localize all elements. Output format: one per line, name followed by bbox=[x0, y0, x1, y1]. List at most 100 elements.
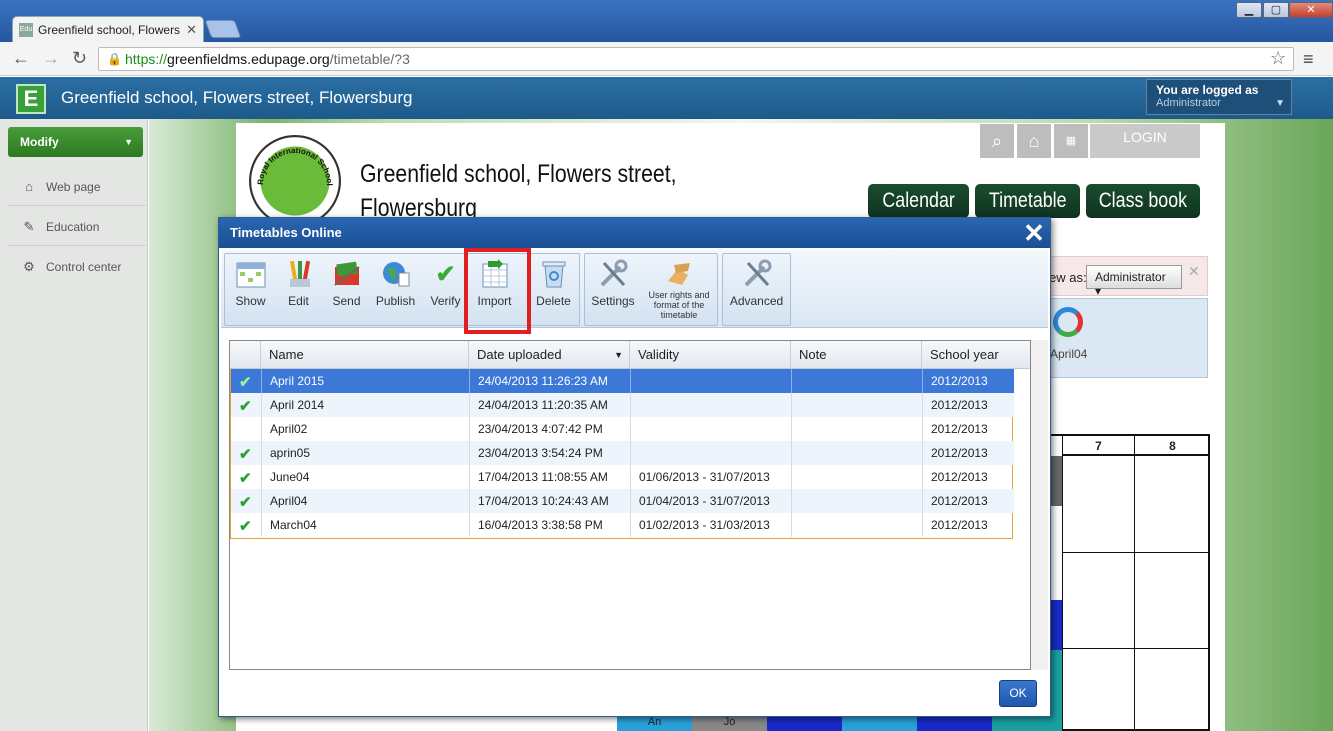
timetable-button[interactable]: Timetable bbox=[975, 184, 1080, 218]
show-button[interactable]: Show bbox=[228, 258, 273, 324]
column-header-school-year[interactable]: School year bbox=[921, 341, 1013, 369]
timetable-panel[interactable]: April04 bbox=[1040, 298, 1208, 378]
view-as-select[interactable]: Administrator ▾ bbox=[1086, 265, 1182, 298]
verify-label: Verify bbox=[430, 294, 461, 308]
logged-label: You are logged as bbox=[1156, 83, 1259, 97]
column-header-check bbox=[230, 341, 260, 369]
edupage-logo[interactable]: E bbox=[16, 84, 46, 114]
column-header-validity[interactable]: Validity bbox=[629, 341, 790, 369]
row-status-cell: ✔ bbox=[231, 465, 261, 489]
cell-name: March04 bbox=[261, 513, 469, 537]
cell-validity bbox=[630, 393, 791, 417]
minimize-button[interactable]: ▁ bbox=[1236, 2, 1262, 18]
house-icon: ⌂ bbox=[25, 179, 33, 194]
home-icon[interactable]: ⌂ bbox=[1017, 124, 1051, 158]
edit-label: Edit bbox=[288, 294, 309, 308]
bookmark-star-icon[interactable]: ☆ bbox=[1270, 48, 1286, 69]
search-icon[interactable]: ⌕ bbox=[980, 124, 1014, 158]
cell-validity: 01/02/2013 - 31/03/2013 bbox=[630, 513, 791, 537]
table-row[interactable]: ✔ aprin05 23/04/2013 3:54:24 PM 2012/2013 bbox=[231, 441, 1014, 465]
table-row[interactable]: ✔ April04 17/04/2013 10:24:43 AM 01/04/2013… bbox=[231, 489, 1014, 513]
close-icon[interactable]: ✕ bbox=[1188, 263, 1200, 280]
close-tab-icon[interactable]: ✕ bbox=[186, 22, 197, 38]
dialog-title: Timetables Online bbox=[219, 218, 1050, 248]
scrollbar[interactable] bbox=[1031, 340, 1048, 670]
tools-icon bbox=[597, 258, 629, 290]
grid-header: 8 bbox=[1134, 436, 1210, 456]
sidebar-item-education[interactable]: ✎ Education bbox=[8, 208, 146, 246]
ok-button[interactable]: OK bbox=[999, 680, 1037, 707]
back-icon[interactable]: ← bbox=[12, 48, 30, 69]
show-label: Show bbox=[235, 294, 266, 308]
uk-flag-icon[interactable]: ▦ bbox=[1054, 124, 1088, 158]
table-row[interactable]: ✔ April 2015 24/04/2013 11:26:23 AM 2012/20… bbox=[231, 369, 1014, 393]
sidebar-item-web-page[interactable]: ⌂ Web page bbox=[8, 168, 146, 206]
settings-label: Settings bbox=[591, 294, 635, 308]
user-menu[interactable]: You are logged as Administrator ▼ bbox=[1146, 79, 1292, 115]
cell-validity bbox=[630, 369, 791, 393]
chevron-down-icon: ▼ bbox=[124, 137, 133, 147]
cell-date: 23/04/2013 4:07:42 PM bbox=[469, 417, 630, 441]
table-row[interactable]: April02 23/04/2013 4:07:42 PM 2012/2013 bbox=[231, 417, 1014, 441]
app-title: Greenfield school, Flowers street, Flowe… bbox=[61, 88, 413, 107]
window-close-button[interactable]: ✕ bbox=[1289, 2, 1333, 18]
cell-year: 2012/2013 bbox=[922, 369, 1014, 393]
table-body: ✔ April 2015 24/04/2013 11:26:23 AM 2012/20… bbox=[230, 369, 1014, 539]
row-status-cell: ✔ bbox=[231, 369, 261, 393]
cell-validity: 01/04/2013 - 31/07/2013 bbox=[630, 489, 791, 513]
graduation-icon: ✎ bbox=[23, 218, 35, 234]
browser-tab[interactable]: Edu Greenfield school, Flowers st ✕ bbox=[12, 16, 204, 43]
cell-year: 2012/2013 bbox=[922, 465, 1014, 489]
reload-icon[interactable]: ↻ bbox=[72, 48, 87, 69]
favicon-icon: Edu bbox=[19, 23, 33, 37]
login-button[interactable]: LOGIN bbox=[1090, 124, 1200, 158]
publish-button[interactable]: Publish bbox=[372, 258, 419, 324]
column-header-name[interactable]: Name bbox=[260, 341, 468, 369]
maximize-button[interactable]: ▢ bbox=[1263, 2, 1289, 18]
delete-label: Delete bbox=[536, 294, 571, 308]
column-header-date-uploaded[interactable]: Date uploaded ▼ bbox=[468, 341, 629, 369]
cell-name: April 2015 bbox=[261, 369, 469, 393]
cell-year: 2012/2013 bbox=[922, 417, 1014, 441]
table-row[interactable]: ✔ June04 17/04/2013 11:08:55 AM 01/06/2013 … bbox=[231, 465, 1014, 489]
forward-icon[interactable]: → bbox=[42, 48, 60, 69]
sidebar-item-label: Education bbox=[46, 219, 100, 234]
settings-button[interactable]: Settings bbox=[589, 258, 637, 324]
user-rights-tools-icon bbox=[663, 258, 695, 290]
dialog-close-icon[interactable]: ✕ bbox=[1021, 220, 1047, 246]
advanced-button[interactable]: Advanced bbox=[727, 258, 786, 324]
checkmark-icon: ✔ bbox=[239, 518, 252, 535]
column-header-note[interactable]: Note bbox=[790, 341, 921, 369]
user-rights-button[interactable]: User rights and format of the timetable bbox=[642, 258, 716, 324]
edit-button[interactable]: Edit bbox=[277, 258, 320, 324]
cell-year: 2012/2013 bbox=[922, 441, 1014, 465]
cell-date: 17/04/2013 11:08:55 AM bbox=[469, 465, 630, 489]
browser-menu-icon[interactable]: ≡ bbox=[1303, 49, 1314, 70]
bottom-cell-label: An bbox=[617, 716, 692, 731]
cell-name: April04 bbox=[261, 489, 469, 513]
class-book-label: Class book bbox=[1098, 189, 1188, 212]
calendar-label: Calendar bbox=[882, 189, 955, 212]
checkmark-icon: ✔ bbox=[239, 374, 252, 391]
cell-name: June04 bbox=[261, 465, 469, 489]
table-header: Name Date uploaded ▼ Validity Note School… bbox=[230, 341, 1030, 369]
class-book-button[interactable]: Class book bbox=[1086, 184, 1200, 218]
calendar-button[interactable]: Calendar bbox=[868, 184, 969, 218]
cell-date: 16/04/2013 3:38:58 PM bbox=[469, 513, 630, 537]
sidebar-item-label: Web page bbox=[46, 179, 101, 194]
view-as-bar: ew as: Administrator ▾ ✕ bbox=[1040, 256, 1208, 298]
address-bar[interactable]: 🔒 https://greenfieldms.edupage.org/timeta… bbox=[98, 47, 1294, 71]
sidebar-item-control-center[interactable]: ⚙ Control center bbox=[8, 248, 146, 286]
lock-icon: 🔒 bbox=[107, 52, 122, 66]
verify-button[interactable]: ✔ Verify bbox=[423, 258, 468, 324]
table-row[interactable]: ✔ March04 16/04/2013 3:38:58 PM 01/02/2013 … bbox=[231, 513, 1014, 537]
modify-button[interactable]: Modify ▼ bbox=[8, 127, 143, 157]
chevron-down-icon: ▼ bbox=[1275, 98, 1285, 109]
cell-note bbox=[791, 393, 922, 417]
table-row[interactable]: ✔ April 2014 24/04/2013 11:20:35 AM 2012/20… bbox=[231, 393, 1014, 417]
delete-button[interactable]: Delete bbox=[531, 258, 576, 324]
cell-date: 23/04/2013 3:54:24 PM bbox=[469, 441, 630, 465]
url-scheme: https:// bbox=[125, 51, 168, 67]
new-tab-button[interactable] bbox=[204, 20, 242, 38]
send-button[interactable]: Send bbox=[324, 258, 369, 324]
